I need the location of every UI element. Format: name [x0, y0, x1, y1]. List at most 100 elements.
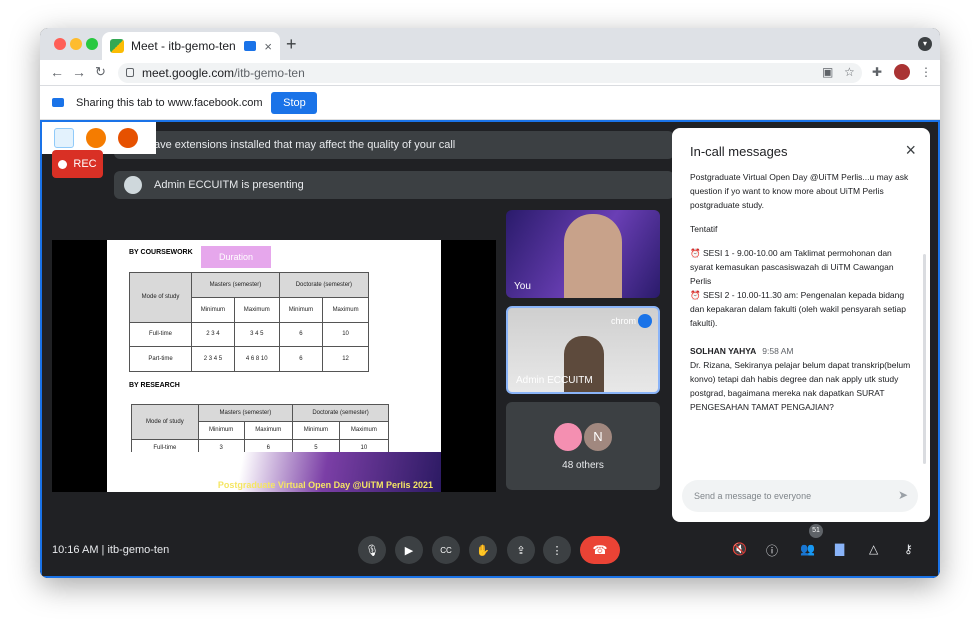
screen-share-icon	[52, 98, 64, 107]
microphone-button[interactable]: 🎙	[358, 536, 386, 564]
in-call-messages-panel: In-call messages × Postgraduate Virtual …	[672, 128, 930, 522]
meet-viewport: ave extensions installed that may affect…	[40, 120, 940, 578]
table-cell: Maximum	[338, 421, 390, 440]
table-cell: 6	[278, 346, 324, 372]
meet-favicon-icon	[110, 39, 124, 53]
table-cell: Maximum	[243, 421, 294, 440]
presenter-avatar	[124, 176, 142, 194]
participant-name-admin: Admin ECCUITM	[516, 375, 593, 386]
chat-scrollbar[interactable]	[923, 254, 926, 464]
presentation-stage: BY COURSEWORK Duration Mode of study Mast…	[52, 240, 496, 492]
others-avatars: N	[553, 421, 613, 452]
recording-indicator: REC	[52, 150, 103, 178]
extensions-warning-banner: ave extensions installed that may affect…	[114, 131, 674, 159]
tab-search-icon[interactable]: ▾	[918, 37, 932, 51]
grid-extension-icon[interactable]	[86, 128, 106, 148]
reload-icon[interactable]: ↻	[95, 64, 106, 80]
table-cell: 2 3 4 5	[191, 346, 235, 372]
meeting-info-separator: |	[101, 544, 105, 556]
table-cell: Mode of study	[128, 272, 193, 323]
browser-toolbar: ← → ↻ meet.google.com/itb-gemo-ten ▣ ☆ ✚…	[40, 60, 940, 86]
slide-section-research: BY RESEARCH	[129, 382, 180, 389]
forward-icon[interactable]: →	[72, 64, 86, 80]
chat-message-input[interactable]: Send a message to everyone ➤	[682, 480, 918, 512]
chat-message-header: SOLHAN YAHYA 9:58 AM	[690, 344, 912, 358]
browser-menu-icon[interactable]: ⋮	[920, 65, 932, 79]
meeting-info: 10:16 AM | itb-gemo-ten	[52, 544, 169, 556]
maximize-window-button[interactable]	[86, 38, 98, 50]
tab-title: Meet - itb-gemo-ten	[131, 39, 236, 53]
coursework-table: Mode of study Masters (semester) Doctorate…	[128, 272, 370, 372]
new-tab-button[interactable]: +	[286, 34, 297, 55]
meeting-code: itb-gemo-ten	[107, 544, 170, 556]
participant-avatar-initial: N	[583, 421, 613, 452]
table-cell: Masters (semester)	[197, 403, 294, 423]
meeting-details-icon[interactable]: ⓘ	[766, 542, 778, 559]
table-cell: 6	[278, 321, 324, 348]
tab-close-icon[interactable]: ×	[264, 39, 272, 54]
participant-video-you	[564, 214, 622, 298]
participant-tile-others[interactable]: N 48 others	[506, 402, 660, 490]
table-cell: Maximum	[322, 296, 369, 323]
tab-sharing-icon	[244, 41, 257, 51]
activities-icon[interactable]: △	[869, 542, 878, 556]
table-cell: Minimum	[191, 296, 235, 323]
slide-duration-label: Duration	[201, 246, 271, 268]
presenting-banner: Admin ECCUITM is presenting	[114, 171, 674, 199]
more-options-button[interactable]: ⋮	[543, 536, 571, 564]
table-cell: 10	[322, 321, 369, 348]
back-icon[interactable]: ←	[50, 64, 64, 80]
people-count-badge: 51	[809, 524, 823, 538]
people-icon[interactable]: 👥	[800, 542, 815, 556]
participant-tile-admin[interactable]: chrom Admin ECCUITM	[506, 306, 660, 394]
chat-message-fragment: Postgraduate Virtual Open Day @UiTM Perl…	[690, 172, 909, 210]
slide-footer-text: Postgraduate Virtual Open Day @UiTM Perl…	[217, 480, 433, 490]
table-cell: Full-time	[128, 321, 193, 348]
close-window-button[interactable]	[54, 38, 66, 50]
teacher-extension-icon[interactable]	[54, 128, 74, 148]
table-cell: Minimum	[278, 296, 324, 323]
participant-name-you: You	[514, 281, 531, 292]
raise-hand-button[interactable]: ✋	[469, 536, 497, 564]
participant-tile-you[interactable]: You	[506, 210, 660, 298]
present-screen-button[interactable]: ⇪	[507, 536, 535, 564]
meeting-clock: 10:16 AM	[52, 544, 99, 556]
extensions-puzzle-icon[interactable]: ✚	[872, 65, 882, 79]
presenting-text: Admin ECCUITM is presenting	[154, 179, 304, 191]
chat-close-icon[interactable]: ×	[905, 140, 916, 161]
profile-avatar[interactable]	[894, 64, 910, 80]
lock-icon	[126, 68, 134, 77]
chat-message-text: Dr. Rizana, Sekiranya pelajar belum dapa…	[690, 360, 911, 412]
table-cell: Doctorate (semester)	[278, 272, 370, 298]
extensions-warning-text: ave extensions installed that may affect…	[154, 139, 456, 151]
browser-window: Meet - itb-gemo-ten × + ▾ ← → ↻ meet.goo…	[40, 28, 940, 578]
tab-meet[interactable]: Meet - itb-gemo-ten ×	[102, 32, 280, 60]
chat-input-placeholder: Send a message to everyone	[694, 491, 812, 501]
table-cell: Doctorate (semester)	[292, 403, 389, 423]
camera-in-use-icon[interactable]: ▣	[822, 65, 833, 79]
send-icon[interactable]: ➤	[898, 488, 908, 502]
bookmark-star-icon[interactable]: ☆	[844, 65, 855, 79]
table-cell: 2 3 4	[191, 321, 235, 348]
captions-button[interactable]: CC	[432, 536, 460, 564]
presentation-slide: BY COURSEWORK Duration Mode of study Mast…	[107, 240, 441, 492]
mute-all-icon[interactable]: 🔇	[732, 542, 747, 556]
participant-avatar	[553, 421, 583, 452]
chat-messages: Postgraduate Virtual Open Day @UiTM Perl…	[690, 170, 912, 452]
camera-button[interactable]: ▶	[395, 536, 423, 564]
stop-sharing-button[interactable]: Stop	[271, 91, 318, 114]
table-cell: Minimum	[292, 421, 340, 440]
url-host: meet.google.com	[142, 66, 235, 80]
chat-message-line: Tentatif	[690, 224, 718, 234]
attendance-extension-icon[interactable]	[118, 128, 138, 148]
address-bar[interactable]: meet.google.com/itb-gemo-ten	[118, 63, 862, 83]
record-dot-icon	[58, 159, 68, 169]
table-cell: 3 4 5	[233, 321, 280, 348]
chat-icon[interactable]: ▇	[835, 542, 844, 556]
sharing-infobar: Sharing this tab to www.facebook.com Sto…	[40, 86, 940, 120]
table-cell: 4 6 8 10	[233, 346, 280, 372]
leave-call-button[interactable]: ☎	[580, 536, 620, 564]
host-controls-icon[interactable]: ⚷	[904, 542, 913, 556]
minimize-window-button[interactable]	[70, 38, 82, 50]
chat-message-line: ⏰ SESI 2 - 10.00-11.30 am: Pengenalan ke…	[690, 290, 906, 328]
